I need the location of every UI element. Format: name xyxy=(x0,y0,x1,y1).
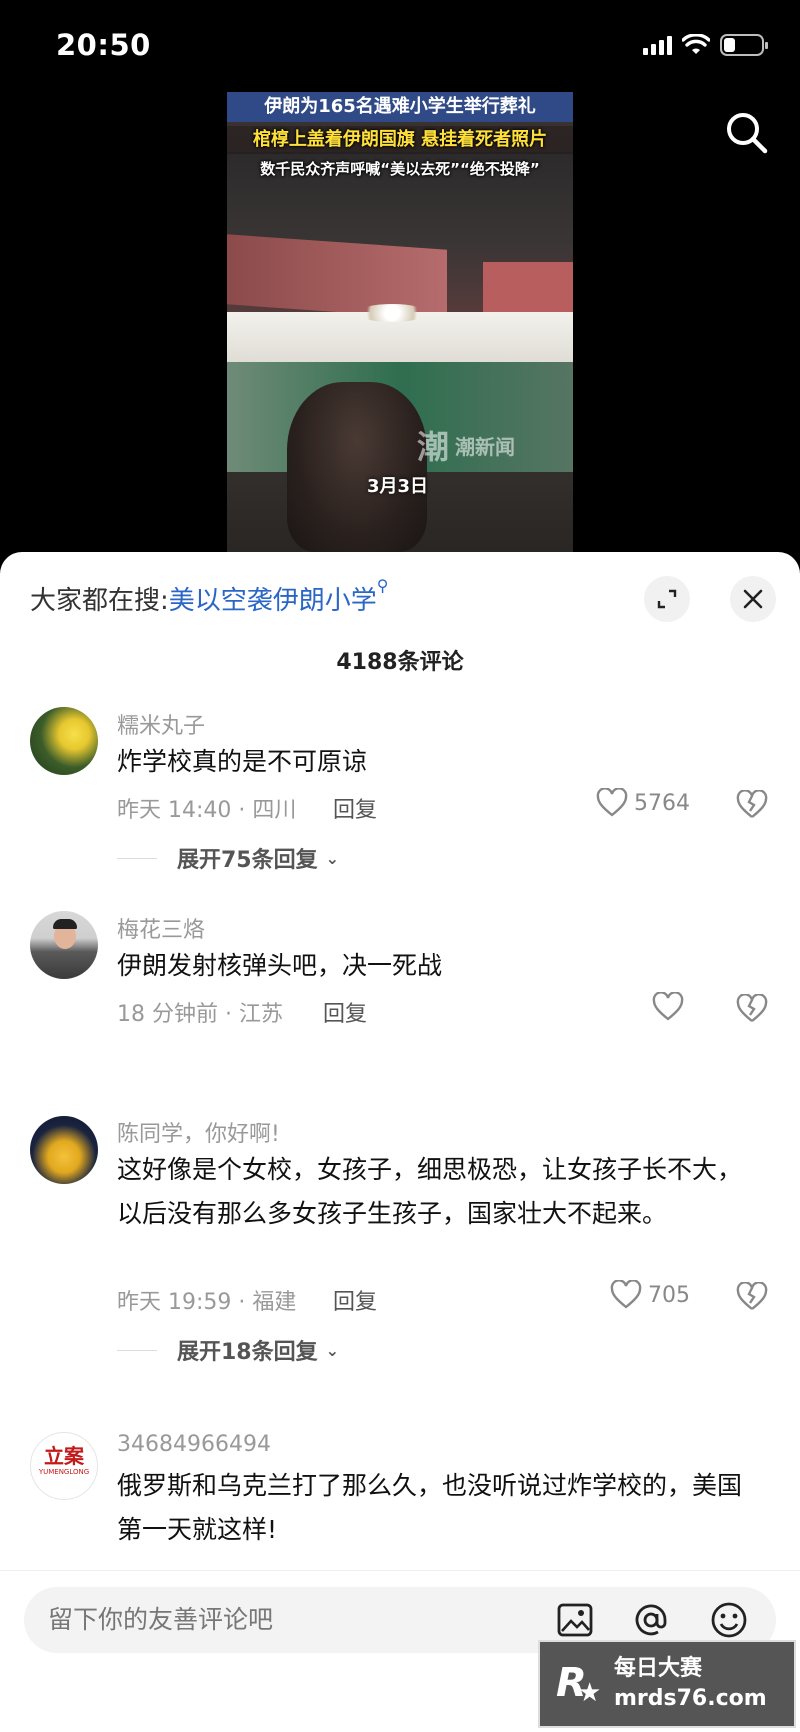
promo-logo: R ★ xyxy=(552,1658,604,1710)
close-button[interactable] xyxy=(730,576,776,622)
comment-input-placeholder: 留下你的友善评论吧 xyxy=(48,1605,274,1634)
heart-icon xyxy=(652,992,684,1021)
heart-icon xyxy=(610,1280,642,1309)
wifi-icon xyxy=(682,34,710,54)
video-flowers xyxy=(357,304,427,322)
comment-meta: 昨天 14:40 · 四川 xyxy=(117,798,297,823)
like-count: 5764 xyxy=(634,790,690,816)
watermark-logo: 潮 xyxy=(417,428,450,466)
broken-heart-icon[interactable] xyxy=(736,1282,768,1312)
image-icon[interactable] xyxy=(554,1599,596,1641)
heart-icon xyxy=(596,788,628,817)
like-count: 705 xyxy=(648,1282,690,1308)
comment-username[interactable]: 糯米丸子 xyxy=(117,708,205,740)
like-button[interactable]: 5764 xyxy=(596,788,690,818)
comment-item: 糯米丸子 炸学校真的是不可原谅 昨天 14:40 · 四川 回复 5764 展开… xyxy=(0,702,800,892)
close-icon xyxy=(743,589,763,609)
emoji-icon[interactable] xyxy=(708,1599,750,1641)
reply-button[interactable]: 回复 xyxy=(323,996,367,1028)
comment-item: 陈同学，你好啊! 这好像是个女校，女孩子，细思极恐，让女孩子长不大，以后没有那么… xyxy=(0,1116,800,1366)
like-button[interactable]: 705 xyxy=(610,1280,690,1310)
expand-replies[interactable]: 展开75条回复 ⌄ xyxy=(117,842,339,874)
chevron-down-icon: ⌄ xyxy=(325,1340,340,1360)
hot-search[interactable]: 大家都在搜:美以空袭伊朗小学⚲ xyxy=(30,576,389,617)
video-caption-2: 棺椁上盖着伊朗国旗 悬挂着死者照片 xyxy=(227,126,573,154)
expand-icon xyxy=(657,589,677,609)
battery-icon xyxy=(720,34,768,56)
chevron-down-icon: ⌄ xyxy=(325,848,340,868)
avatar-hair xyxy=(53,919,77,929)
expand-replies-label: 展开75条回复 xyxy=(177,848,318,873)
video-caption-1: 伊朗为165名遇难小学生举行葬礼 xyxy=(227,92,573,122)
comment-sheet: 大家都在搜:美以空袭伊朗小学⚲ 4188条评论 糯米丸子 炸学校真的是不可原谅 … xyxy=(0,552,800,1731)
avatar[interactable] xyxy=(30,1116,98,1184)
reply-button[interactable]: 回复 xyxy=(333,1284,377,1316)
comment-item: 立案 YUMENGLONG 34684966494 俄罗斯和乌克兰打了那么久，也… xyxy=(0,1432,800,1572)
avatar[interactable]: 立案 YUMENGLONG xyxy=(30,1432,98,1500)
video-player[interactable]: 伊朗为165名遇难小学生举行葬礼 棺椁上盖着伊朗国旗 悬挂着死者照片 数千民众齐… xyxy=(227,92,573,552)
expand-replies[interactable]: 展开18条回复 ⌄ xyxy=(117,1334,339,1366)
expand-button[interactable] xyxy=(644,576,690,622)
comment-meta: 昨天 19:59 · 福建 xyxy=(117,1290,297,1315)
comment-text: 伊朗发射核弹头吧，决一死战 xyxy=(117,951,443,980)
search-icon[interactable] xyxy=(722,108,772,158)
comment-meta: 18 分钟前 · 江苏 xyxy=(117,1002,283,1027)
avatar[interactable] xyxy=(30,911,98,979)
video-mourner xyxy=(287,382,427,552)
video-caption-3: 数千民众齐声呼喊“美以去死”“绝不投降” xyxy=(260,160,540,178)
expand-replies-label: 展开18条回复 xyxy=(177,1340,318,1365)
comment-text: 炸学校真的是不可原谅 xyxy=(117,747,368,776)
comment-username[interactable]: 陈同学，你好啊! xyxy=(117,1116,280,1148)
comment-username[interactable]: 梅花三烙 xyxy=(117,912,205,944)
promo-line-2: mrds76.com xyxy=(614,1686,767,1711)
comment-count: 4188条评论 xyxy=(336,650,464,675)
search-small-icon: ⚲ xyxy=(376,576,389,595)
video-date-label: 3月3日 xyxy=(367,476,429,497)
hot-search-term[interactable]: 美以空袭伊朗小学 xyxy=(169,586,377,616)
status-time: 20:50 xyxy=(56,28,151,62)
comment-item: 梅花三烙 伊朗发射核弹头吧，决一死战 18 分钟前 · 江苏 回复 xyxy=(0,906,800,1046)
promo-line-1: 每日大赛 xyxy=(614,1656,703,1681)
battery-level xyxy=(724,38,735,52)
comment-text: 这好像是个女校，女孩子，细思极恐，让女孩子长不大，以后没有那么多女孩子生孩子，国… xyxy=(117,1155,743,1228)
broken-heart-icon[interactable] xyxy=(736,790,768,820)
avatar-logo-text: 立案 xyxy=(44,1444,84,1468)
comment-username[interactable]: 34684966494 xyxy=(117,1432,271,1457)
mention-icon[interactable] xyxy=(630,1599,672,1641)
avatar[interactable] xyxy=(30,707,98,775)
like-button[interactable] xyxy=(652,992,690,1022)
cellular-signal-icon xyxy=(643,35,672,55)
video-watermark: 潮 潮新闻 xyxy=(417,422,515,468)
broken-heart-icon[interactable] xyxy=(736,994,768,1024)
reply-button[interactable]: 回复 xyxy=(333,792,377,824)
star-icon: ★ xyxy=(578,1678,602,1708)
watermark-text: 潮新闻 xyxy=(455,434,516,459)
avatar-logo-subtext: YUMENGLONG xyxy=(38,1468,90,1476)
promo-watermark: R ★ 每日大赛 mrds76.com xyxy=(538,1640,796,1728)
hot-search-prefix: 大家都在搜: xyxy=(30,586,169,616)
promo-text: 每日大赛 mrds76.com xyxy=(614,1654,767,1714)
status-bar: 20:50 xyxy=(0,0,800,92)
status-icons xyxy=(643,34,768,56)
comment-text: 俄罗斯和乌克兰打了那么久，也没听说过炸学校的，美国第一天就这样! xyxy=(117,1471,743,1544)
